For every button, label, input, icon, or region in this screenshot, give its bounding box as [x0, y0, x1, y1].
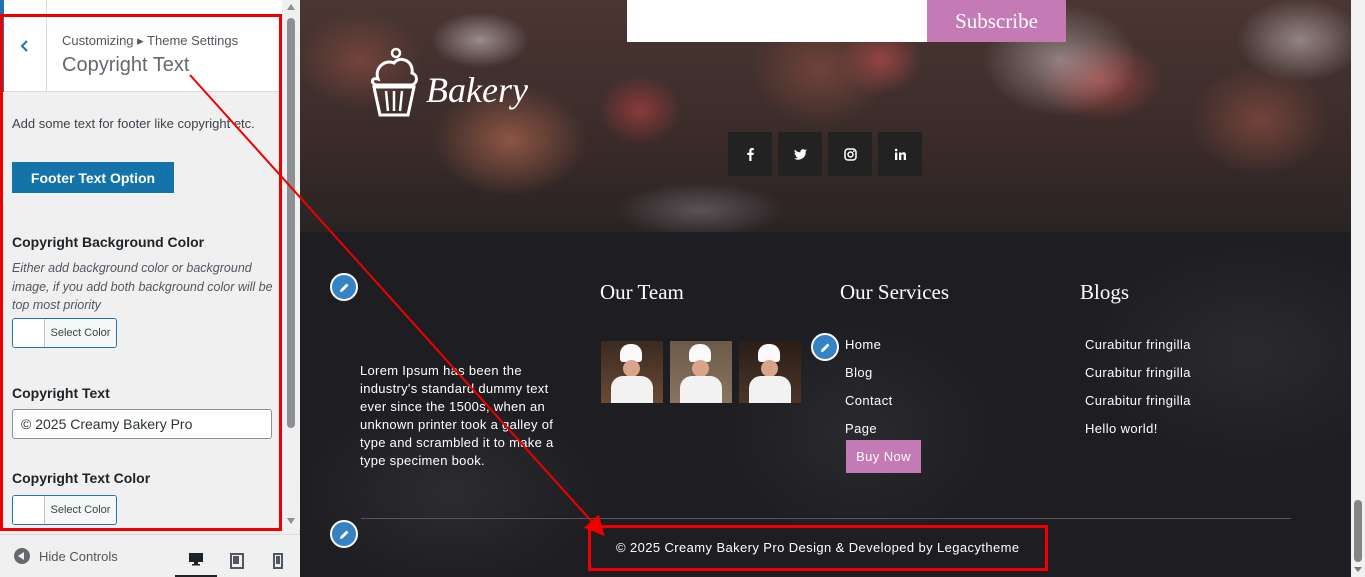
desktop-icon: [189, 553, 203, 566]
pencil-icon: [339, 283, 348, 292]
scroll-down-arrow-icon[interactable]: [287, 518, 295, 524]
footer-link-page[interactable]: Page: [845, 421, 877, 436]
scroll-down-arrow-icon[interactable]: [1354, 567, 1362, 572]
logo-text: Bakery: [426, 70, 528, 110]
collapse-icon: [14, 548, 30, 564]
highlight-box-copyright: [588, 525, 1048, 571]
site-preview: Subscribe Bakery Lorem Ipsum has been th…: [300, 0, 1351, 577]
subscribe-button[interactable]: Subscribe: [927, 0, 1066, 42]
highlight-box-settings: [0, 14, 282, 531]
pencil-icon: [820, 343, 829, 352]
blog-link[interactable]: Curabitur fringilla: [1085, 393, 1191, 408]
blogs-heading: Blogs: [1080, 280, 1130, 304]
preview-scrollbar[interactable]: [1351, 0, 1365, 577]
preview-desktop-button[interactable]: [175, 543, 217, 577]
facebook-link[interactable]: [728, 132, 772, 176]
edit-shortcut-about[interactable]: [330, 273, 358, 301]
team-heading: Our Team: [600, 280, 684, 304]
blog-link[interactable]: Hello world!: [1085, 421, 1158, 436]
footer-link-blog[interactable]: Blog: [845, 365, 873, 380]
subscribe-email-input[interactable]: [627, 0, 927, 42]
customizer-screen: Customizing ▸ Theme Settings Copyright T…: [0, 0, 1365, 577]
cupcake-logo-icon: [370, 47, 418, 117]
customizer-footer: Hide Controls: [0, 534, 300, 577]
footer-logo[interactable]: Bakery: [364, 45, 528, 119]
twitter-icon: [793, 148, 807, 160]
team-member-photo: [739, 341, 801, 403]
preview-mobile-button[interactable]: [257, 543, 299, 577]
instagram-icon: [843, 147, 857, 161]
blog-link[interactable]: Curabitur fringilla: [1085, 365, 1191, 380]
blog-link[interactable]: Curabitur fringilla: [1085, 337, 1191, 352]
instagram-link[interactable]: [828, 132, 872, 176]
preview-tablet-button[interactable]: [216, 543, 258, 577]
tablet-icon: [230, 552, 244, 569]
team-member-photo: [670, 341, 732, 403]
footer-link-contact[interactable]: Contact: [845, 393, 893, 408]
scroll-up-arrow-icon[interactable]: [287, 4, 295, 10]
services-heading: Our Services: [840, 280, 950, 304]
edit-shortcut-copyright[interactable]: [330, 520, 358, 548]
pencil-icon: [339, 530, 348, 539]
linkedin-link[interactable]: [878, 132, 922, 176]
linkedin-icon: [894, 148, 906, 160]
sidebar-scrollbar[interactable]: [283, 0, 300, 530]
facebook-icon: [746, 147, 754, 161]
twitter-link[interactable]: [778, 132, 822, 176]
footer-about-text: Lorem Ipsum has been the industry's stan…: [360, 363, 554, 468]
hide-controls-button[interactable]: Hide Controls: [14, 548, 118, 564]
footer-divider: [361, 518, 1291, 519]
mobile-icon: [273, 552, 283, 569]
hide-controls-label: Hide Controls: [39, 548, 118, 564]
edit-shortcut-services[interactable]: [811, 333, 839, 361]
scrollbar-thumb[interactable]: [1354, 500, 1362, 562]
footer-link-home[interactable]: Home: [845, 337, 881, 352]
scrollbar-thumb[interactable]: [287, 18, 295, 428]
buy-now-button[interactable]: Buy Now: [846, 440, 921, 473]
team-member-photo: [601, 341, 663, 403]
